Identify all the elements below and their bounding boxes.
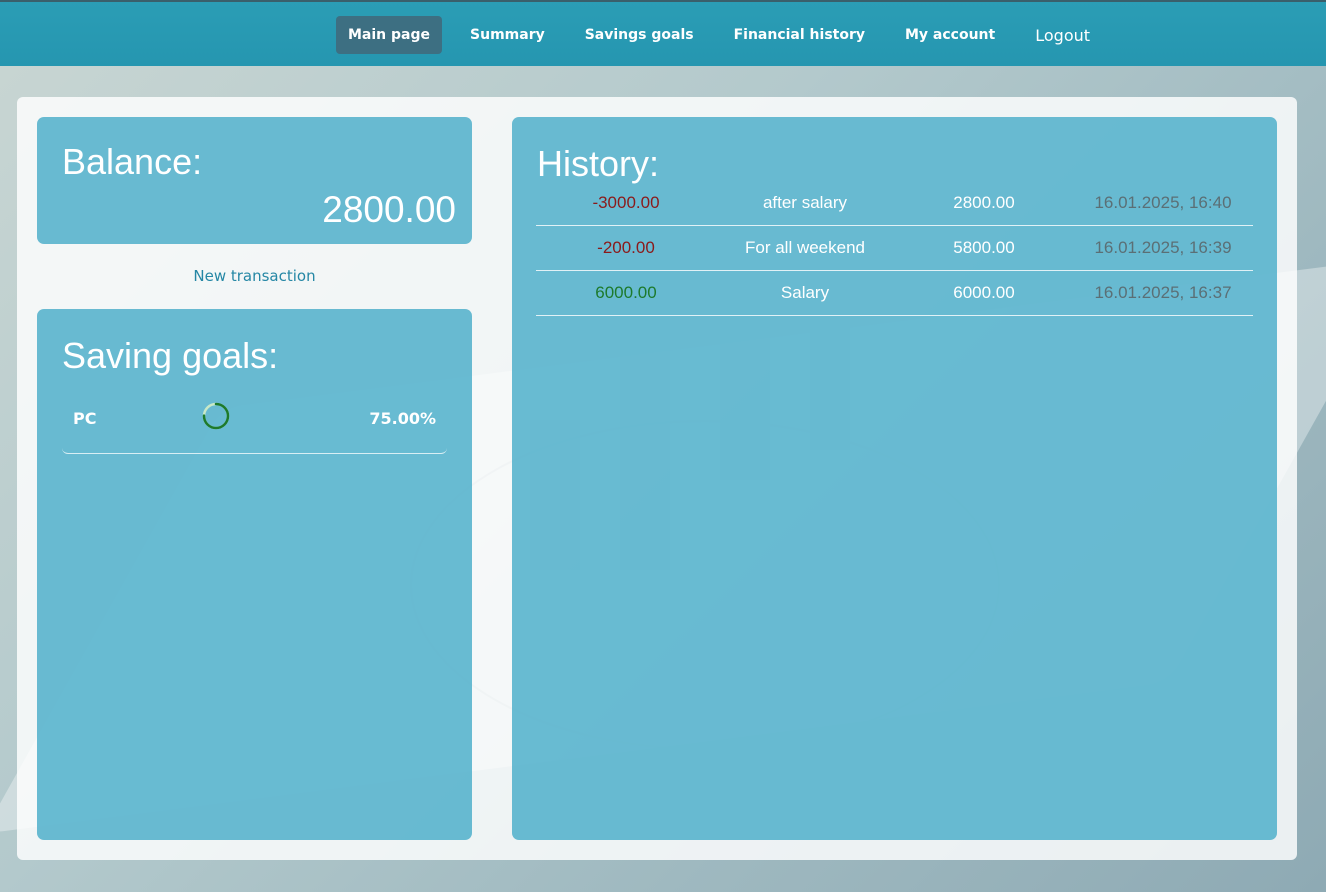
- transaction-description: For all weekend: [744, 238, 865, 257]
- nav-financial-history[interactable]: Financial history: [722, 16, 877, 54]
- transaction-description: after salary: [762, 193, 848, 212]
- history-table: -3000.00 after salary 2800.00 16.01.2025…: [536, 181, 1253, 316]
- logout-link[interactable]: Logout: [1023, 14, 1102, 56]
- goal-item[interactable]: PC 75.00%: [62, 393, 447, 454]
- transaction-balance: 5800.00: [953, 238, 1015, 257]
- goal-progress-label: 75.00%: [369, 409, 436, 428]
- transaction-balance: 2800.00: [953, 193, 1015, 212]
- nav-savings-goals[interactable]: Savings goals: [573, 16, 706, 54]
- nav-summary[interactable]: Summary: [458, 16, 557, 54]
- transaction-amount: -200.00: [597, 238, 655, 257]
- transaction-date: 16.01.2025, 16:39: [1094, 238, 1232, 257]
- saving-goals-title: Saving goals:: [62, 335, 279, 376]
- balance-value: 2800.00: [322, 189, 456, 230]
- history-row: -200.00 For all weekend 5800.00 16.01.20…: [536, 226, 1253, 271]
- nav-main-page[interactable]: Main page: [336, 16, 443, 54]
- saving-goals-panel: Saving goals: PC 75.00%: [37, 309, 472, 840]
- history-panel: History: -3000.00 after salary 2800.00 1…: [512, 117, 1277, 840]
- history-row: 6000.00 Salary 6000.00 16.01.2025, 16:37: [536, 271, 1253, 316]
- history-title: History:: [537, 143, 660, 184]
- top-navigation-bar: Main page Summary Savings goals Financia…: [0, 0, 1326, 66]
- goal-name: PC: [73, 409, 97, 428]
- nav-my-account[interactable]: My account: [893, 16, 1007, 54]
- main-nav: Main page Summary Savings goals Financia…: [336, 14, 1118, 56]
- goal-progress-ring-icon: [202, 402, 230, 430]
- new-transaction-link[interactable]: New transaction: [37, 267, 472, 285]
- balance-title: Balance:: [62, 141, 203, 182]
- transaction-amount: -3000.00: [592, 193, 660, 212]
- transaction-date: 16.01.2025, 16:40: [1094, 193, 1232, 212]
- transaction-date: 16.01.2025, 16:37: [1094, 283, 1232, 302]
- transaction-amount: 6000.00: [595, 283, 657, 302]
- balance-panel: Balance: 2800.00: [37, 117, 472, 244]
- transaction-balance: 6000.00: [953, 283, 1015, 302]
- transaction-description: Salary: [780, 283, 830, 302]
- history-row: -3000.00 after salary 2800.00 16.01.2025…: [536, 181, 1253, 226]
- dashboard-card: Balance: 2800.00 New transaction Saving …: [17, 97, 1297, 860]
